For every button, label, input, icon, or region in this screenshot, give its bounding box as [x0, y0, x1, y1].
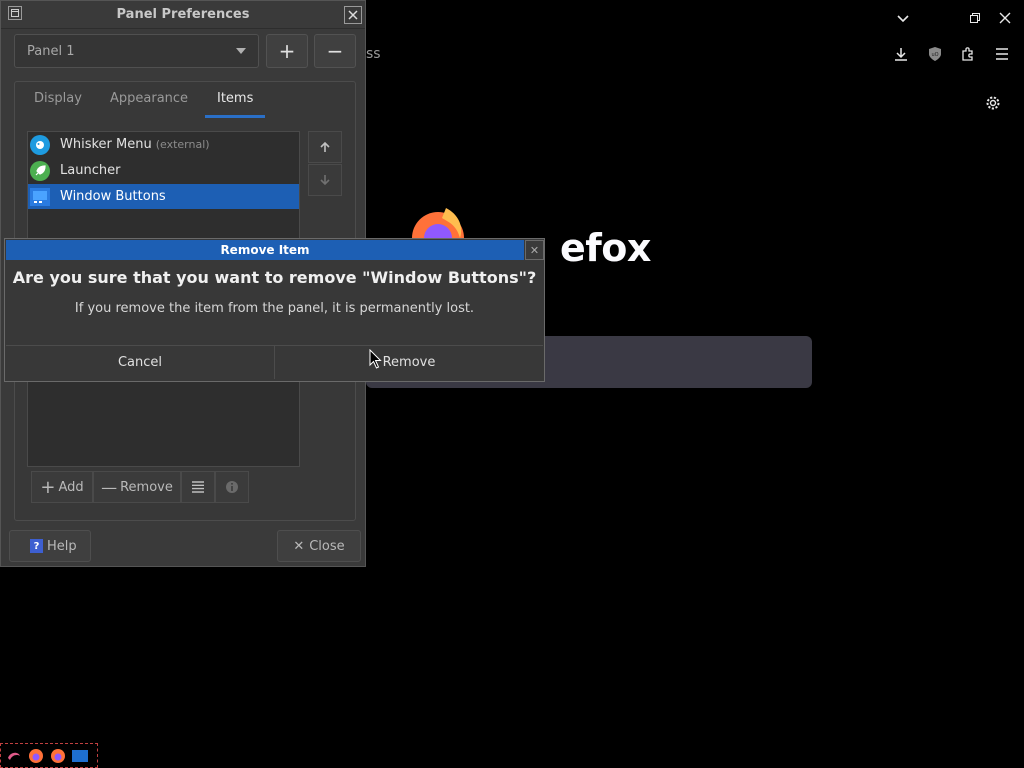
- extensions-icon[interactable]: [957, 43, 979, 65]
- restore-icon[interactable]: [964, 7, 986, 29]
- items-toolbar: + Add — Remove: [31, 471, 251, 503]
- list-icon: [192, 481, 204, 493]
- item-label: Whisker Menu: [60, 137, 152, 152]
- menu-icon[interactable]: [991, 43, 1013, 65]
- item-properties-button[interactable]: [181, 471, 215, 503]
- help-icon: ?: [30, 539, 43, 553]
- remove-panel-button[interactable]: −: [314, 34, 356, 68]
- move-down-button[interactable]: [308, 164, 342, 196]
- remove-item-dialog: Remove Item ✕ Are you sure that you want…: [4, 238, 545, 382]
- ublock-icon[interactable]: uO: [924, 43, 946, 65]
- add-item-label: Add: [58, 479, 84, 495]
- info-icon: [226, 481, 238, 493]
- list-item-window-buttons[interactable]: Window Buttons: [28, 184, 299, 209]
- close-icon[interactable]: [994, 7, 1016, 29]
- firefox-wordmark: efox: [560, 226, 651, 270]
- cancel-button[interactable]: Cancel: [6, 345, 275, 379]
- list-item-whisker-menu[interactable]: Whisker Menu (external): [28, 132, 299, 157]
- plus-icon: +: [40, 476, 56, 498]
- prefs-title: Panel Preferences: [116, 7, 250, 22]
- firefox-partial-text: ss: [366, 46, 381, 62]
- chevron-down-icon[interactable]: [892, 7, 914, 29]
- chevron-down-icon: [236, 48, 246, 54]
- list-item-launcher[interactable]: Launcher: [28, 158, 299, 183]
- tab-appearance[interactable]: Appearance: [110, 91, 188, 106]
- remove-item-label: Remove: [120, 479, 173, 495]
- arrow-down-icon: [320, 175, 330, 186]
- item-sub-label: (external): [155, 138, 210, 151]
- add-panel-button[interactable]: +: [266, 34, 308, 68]
- dialog-titlebar[interactable]: Remove Item: [6, 240, 524, 260]
- remove-item-button[interactable]: — Remove: [93, 471, 181, 503]
- firefox-icon[interactable]: [49, 747, 67, 765]
- item-label: Launcher: [60, 163, 121, 178]
- help-button[interactable]: ? Help: [9, 530, 91, 562]
- tab-display[interactable]: Display: [34, 91, 82, 106]
- whisker-menu-launcher-icon[interactable]: [5, 747, 23, 765]
- close-label: Close: [309, 538, 345, 554]
- svg-text:uO: uO: [931, 52, 938, 58]
- whisker-menu-icon: [30, 134, 50, 155]
- window-buttons-icon: [30, 187, 50, 206]
- dialog-close-icon[interactable]: ✕: [525, 240, 544, 260]
- launcher-rocket-icon: [30, 160, 50, 181]
- dialog-title: Remove Item: [220, 243, 310, 257]
- add-item-button[interactable]: + Add: [31, 471, 93, 503]
- download-icon[interactable]: [890, 43, 912, 65]
- tab-active-indicator: [205, 115, 265, 118]
- help-label: Help: [47, 538, 77, 554]
- firefox-icon[interactable]: [27, 747, 45, 765]
- item-about-button[interactable]: [215, 471, 249, 503]
- close-x-icon: ✕: [293, 538, 305, 554]
- dialog-heading: Are you sure that you want to remove "Wi…: [12, 268, 537, 287]
- taskbar: [0, 743, 98, 768]
- arrow-up-icon: [320, 141, 330, 152]
- panel-select[interactable]: Panel 1: [14, 34, 259, 68]
- settings-gear-icon[interactable]: [982, 92, 1004, 114]
- close-button[interactable]: ✕ Close: [277, 530, 361, 562]
- minus-icon: —: [101, 477, 118, 497]
- panel-select-value: Panel 1: [27, 44, 75, 59]
- mouse-cursor-icon: [369, 348, 383, 369]
- tab-items[interactable]: Items: [217, 91, 253, 106]
- dialog-message: If you remove the item from the panel, i…: [74, 301, 475, 316]
- remove-button[interactable]: Remove: [275, 345, 543, 379]
- item-label: Window Buttons: [60, 189, 166, 204]
- move-up-button[interactable]: [308, 131, 342, 163]
- window-buttons-icon[interactable]: [71, 747, 89, 765]
- prefs-close-icon[interactable]: [344, 6, 362, 24]
